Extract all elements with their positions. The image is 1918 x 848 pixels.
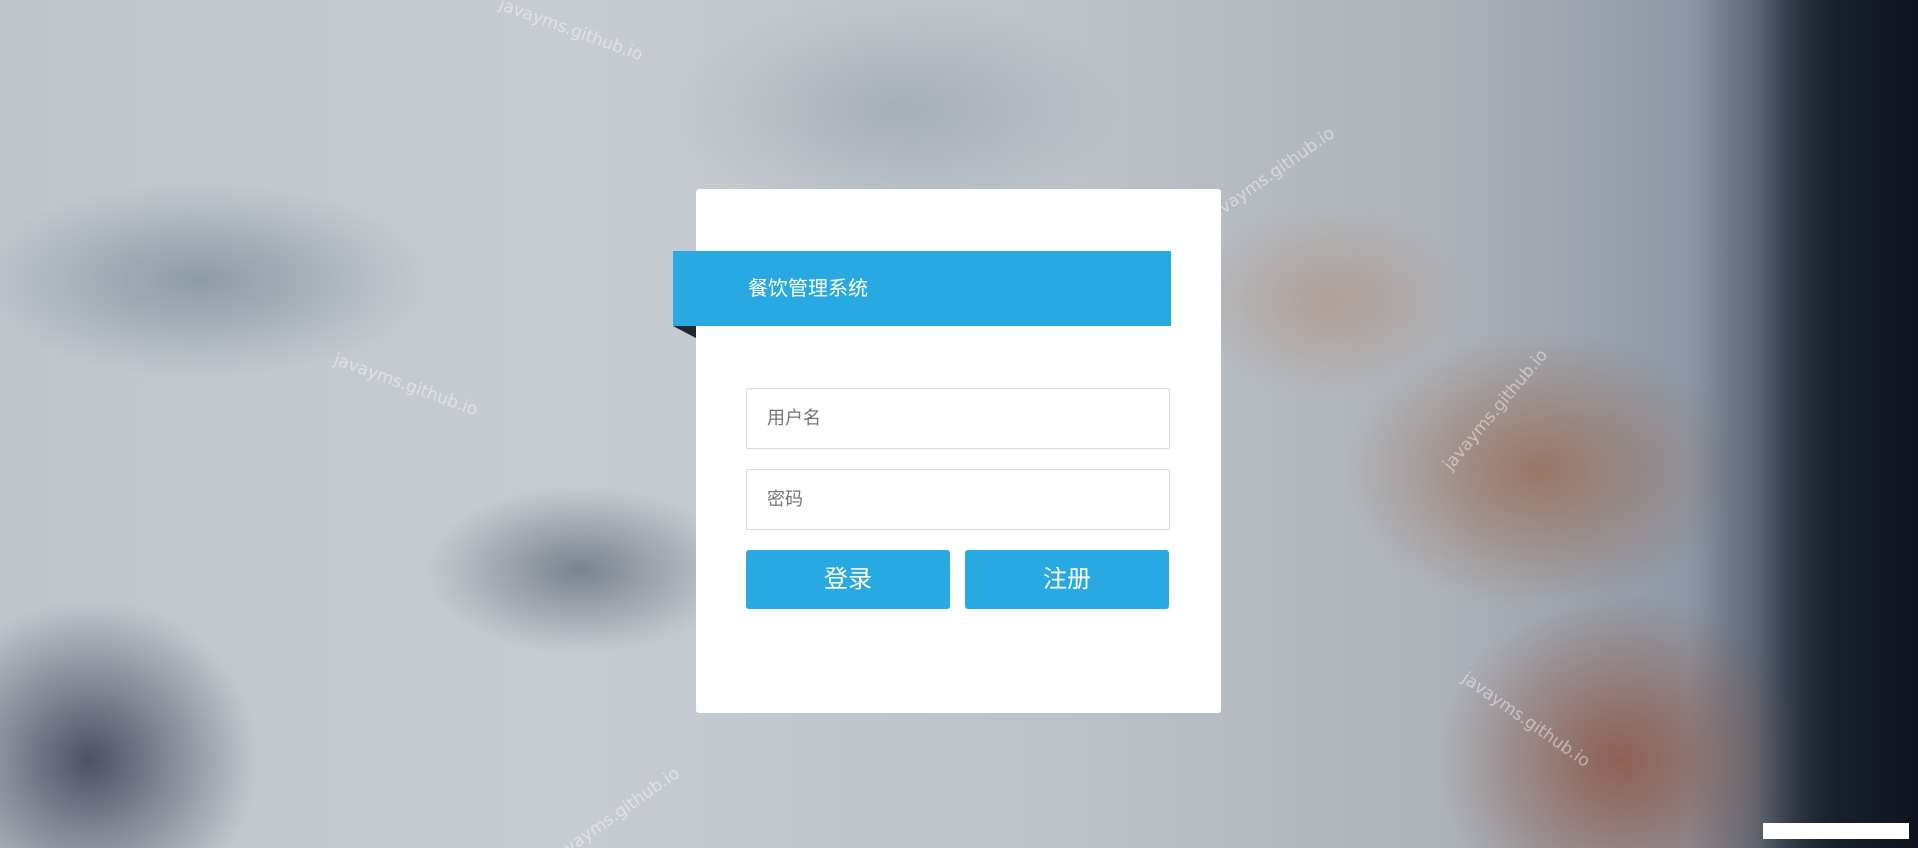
register-button[interactable]: 注册 xyxy=(965,550,1169,609)
ribbon-fold xyxy=(673,326,696,338)
password-input[interactable] xyxy=(746,469,1170,530)
username-input[interactable] xyxy=(746,388,1170,449)
login-page: javayms.github.io javayms.github.io java… xyxy=(0,0,1918,848)
title-ribbon: 餐饮管理系统 xyxy=(673,251,1171,326)
system-title: 餐饮管理系统 xyxy=(748,276,868,300)
login-button[interactable]: 登录 xyxy=(746,550,950,609)
corner-bar xyxy=(1763,823,1909,839)
background-shadow xyxy=(1758,0,1918,848)
